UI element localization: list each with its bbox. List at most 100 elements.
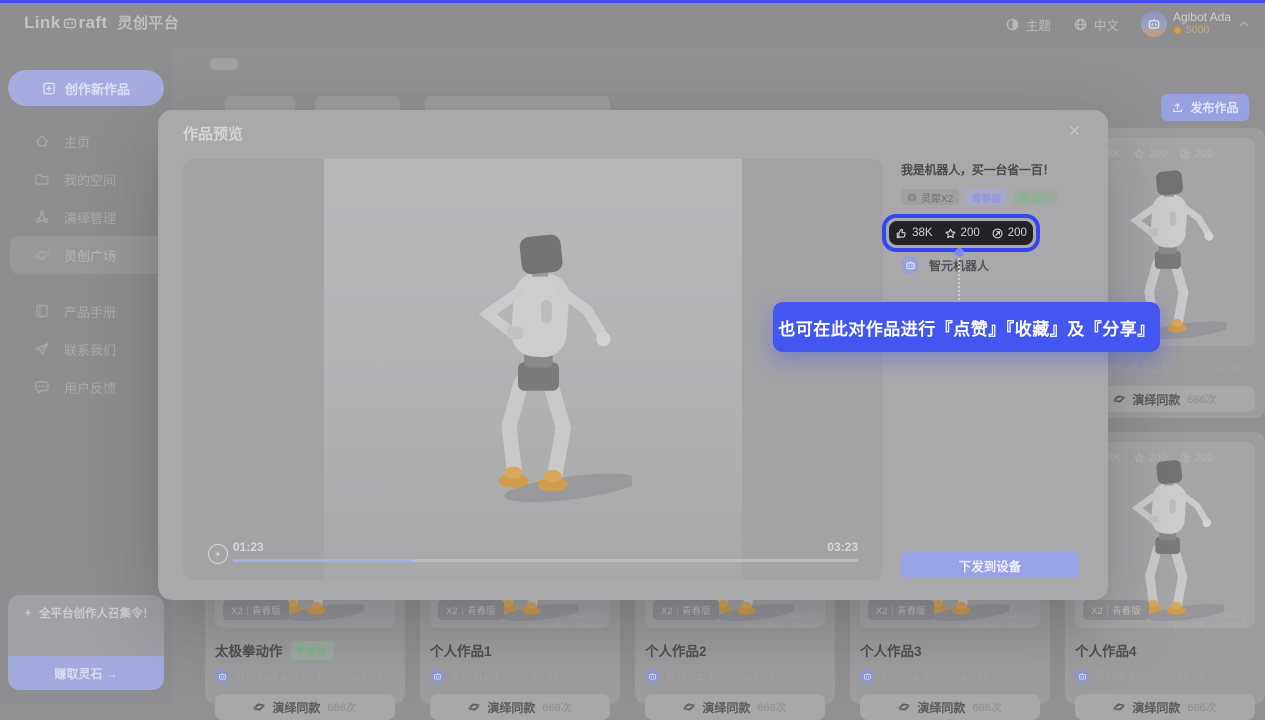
work-title[interactable]: 太极拳动作 xyxy=(215,640,283,660)
theme-icon xyxy=(1005,17,1020,32)
made-by-watermark: made by 智元机器人｜灵犀X2 xyxy=(958,612,1032,628)
language-switcher[interactable]: 中文 xyxy=(1073,15,1119,34)
robot-avatar-icon xyxy=(1147,17,1161,31)
logo-text-cn: 灵创平台 xyxy=(118,12,180,33)
author-avatar xyxy=(901,256,919,274)
logo-text-prefix: Link xyxy=(24,13,61,33)
favorites-stat[interactable]: 200 xyxy=(1133,452,1167,464)
robot-avatar-icon xyxy=(905,260,916,271)
planet-icon xyxy=(1113,393,1125,405)
sidebar-item[interactable]: 主页 xyxy=(0,122,172,160)
work-title[interactable]: 个人作品1 xyxy=(430,640,492,660)
author-name[interactable]: 我的机器人之家 xyxy=(235,668,312,684)
author-avatar xyxy=(645,669,659,683)
made-by-watermark: made by 智元机器人｜灵犀X2 xyxy=(743,612,817,628)
robot-figure xyxy=(436,221,632,507)
chevron-up-icon xyxy=(1237,17,1251,31)
play-icon xyxy=(212,548,224,560)
work-title: 我是机器人，买一台省一百！ xyxy=(901,161,1054,178)
robot-avatar-icon xyxy=(863,672,872,681)
card-title-row: 个人作品4 xyxy=(1075,640,1255,660)
replay-same-button[interactable]: 演绎同款 666次 xyxy=(860,694,1040,720)
work-info-panel: 我是机器人，买一台省一百！ 灵犀X2 青春版 ✓官方 智元机器人 下发到设备 xyxy=(901,110,1079,600)
shares-stat[interactable]: 200 xyxy=(1179,148,1213,160)
sidebar-item[interactable]: 用户反馈 xyxy=(0,368,172,406)
sidebar-item-icon xyxy=(34,379,50,395)
like-button[interactable]: 38K xyxy=(895,227,932,240)
publish-date: 2025.12.24 xyxy=(1187,362,1242,374)
replay-same-button[interactable]: 演绎同款 666次 xyxy=(1075,694,1255,720)
replay-same-button[interactable]: 演绎同款 666次 xyxy=(645,694,825,720)
official-tag: ✓官方 xyxy=(1013,189,1058,205)
work-author-row[interactable]: 智元机器人 xyxy=(901,256,989,274)
plus-square-icon xyxy=(42,81,57,96)
model-tag: 灵犀X2 xyxy=(901,189,959,205)
earn-gems-button[interactable]: 赚取灵石 → xyxy=(8,656,164,690)
author-name[interactable]: 爱好者1 xyxy=(450,668,489,684)
sidebar-item-label: 灵创广场 xyxy=(64,246,116,265)
card-author-line: 爱好者1 | 2025.12.24 xyxy=(860,668,1040,684)
favorites-stat[interactable]: 200 xyxy=(1133,148,1167,160)
work-title[interactable]: 个人作品3 xyxy=(860,640,922,660)
planet-icon xyxy=(468,701,480,713)
avatar[interactable] xyxy=(1141,11,1167,37)
play-button[interactable] xyxy=(208,544,228,564)
sidebar-item-label: 我的空间 xyxy=(64,170,116,189)
user-menu[interactable]: Agibot Ada 5000 xyxy=(1141,11,1251,37)
share-button[interactable]: 200 xyxy=(991,227,1027,240)
sidebar-item-icon xyxy=(34,341,50,357)
feed-tab[interactable] xyxy=(210,58,238,70)
publish-date: 2025.12.24 xyxy=(327,670,382,682)
star-icon xyxy=(1133,148,1145,160)
sidebar-item-icon xyxy=(34,209,50,225)
author-avatar xyxy=(860,669,874,683)
coin-balance: 5000 xyxy=(1173,24,1231,37)
share-icon xyxy=(1179,452,1191,464)
theme-toggle[interactable]: 主题 xyxy=(1005,15,1051,34)
sidebar-item-icon xyxy=(34,303,50,319)
work-title[interactable]: 个人作品4 xyxy=(1075,640,1137,660)
shares-stat[interactable]: 200 xyxy=(1179,452,1213,464)
card-author-line: 爱好者1 | 2025.12.24 xyxy=(1075,668,1255,684)
work-title[interactable]: 个人作品2 xyxy=(645,640,707,660)
card-author-line: 爱好者1 | 2025.12.24 xyxy=(430,668,610,684)
sidebar-item-label: 演绎管理 xyxy=(64,208,116,227)
author-name[interactable]: 爱好者1 xyxy=(665,668,704,684)
deploy-to-device-button[interactable]: 下发到设备 xyxy=(901,552,1079,578)
replay-same-button[interactable]: 演绎同款 666次 xyxy=(430,694,610,720)
video-scene xyxy=(324,159,742,580)
sidebar-item[interactable]: 我的空间 xyxy=(0,160,172,198)
model-tag: X2｜青春版 xyxy=(1083,600,1149,620)
modal-title: 作品预览 xyxy=(183,123,243,144)
share-icon xyxy=(991,227,1004,240)
card-author-line: 我的机器人之家 | 2025.12.24 xyxy=(215,668,395,684)
robot-avatar-icon xyxy=(218,672,227,681)
sidebar-item[interactable]: 联系我们 xyxy=(0,330,172,368)
favorite-button[interactable]: 200 xyxy=(944,227,980,240)
promo-subtitle: 成为首批"机器人导演"！ xyxy=(22,625,134,640)
work-tags: 灵犀X2 青春版 ✓官方 xyxy=(901,189,1058,205)
planet-icon xyxy=(898,701,910,713)
replay-same-button[interactable]: 演绎同款 666次 xyxy=(215,694,395,720)
upload-icon xyxy=(1171,101,1184,114)
author-name[interactable]: 爱好者1 xyxy=(1095,668,1134,684)
author-avatar xyxy=(1075,669,1089,683)
made-by-watermark: made by 智元机器人｜灵犀X2 xyxy=(528,612,602,628)
author-avatar xyxy=(215,669,229,683)
sidebar-item[interactable]: 产品手册 xyxy=(0,292,172,330)
publish-date: 2025.12.24 xyxy=(719,670,774,682)
create-new-work-button[interactable]: 创作新作品 xyxy=(8,70,164,106)
language-label: 中文 xyxy=(1094,15,1119,34)
video-player[interactable]: 01:23 03:23 xyxy=(183,159,883,580)
app-logo: Linkraft 灵创平台 xyxy=(24,12,179,33)
sidebar-item-label: 联系我们 xyxy=(64,340,116,359)
publish-work-button[interactable]: 发布作品 xyxy=(1161,94,1249,121)
sidebar-item[interactable]: 演绎管理 xyxy=(0,198,172,236)
model-tag: X2｜青春版 xyxy=(868,600,934,620)
theme-label: 主题 xyxy=(1026,15,1051,34)
author-name[interactable]: 爱好者1 xyxy=(880,668,919,684)
promo-title: 全平台创作人召集令！ xyxy=(22,605,154,621)
progress-bar[interactable] xyxy=(233,559,858,562)
username: Agibot Ada xyxy=(1173,11,1231,24)
feed-tabs xyxy=(210,58,358,70)
